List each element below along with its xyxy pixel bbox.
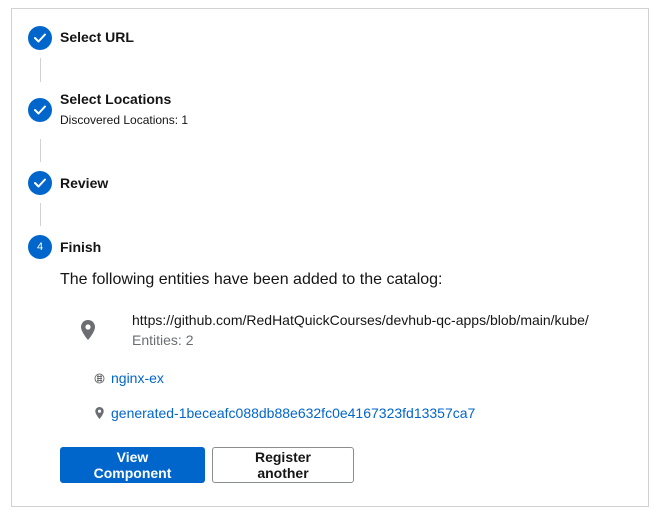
step-connector	[40, 139, 41, 162]
finish-intro-text: The following entities have been added t…	[60, 271, 443, 288]
entity-row-component: nginx-ex	[94, 370, 164, 386]
entity-row-location: generated-1beceafc088db88e632fc0e4167323…	[94, 405, 475, 421]
location-url: https://github.com/RedHatQuickCourses/de…	[132, 312, 589, 328]
entity-link-generated-location[interactable]: generated-1beceafc088db88e632fc0e4167323…	[111, 405, 475, 421]
location-icon	[94, 407, 105, 419]
step-title-select-locations: Select Locations	[60, 91, 172, 107]
step-title-select-url: Select URL	[60, 29, 134, 45]
step-title-finish: Finish	[60, 239, 102, 255]
step-number-badge: 4	[28, 235, 52, 259]
step-complete-check-icon	[28, 171, 52, 195]
step-description-discovered-locations: Discovered Locations: 1	[60, 113, 189, 127]
view-component-button[interactable]: View Component	[60, 447, 205, 483]
step-complete-check-icon	[28, 26, 52, 50]
step-connector	[40, 203, 41, 226]
import-stepper-panel: Select URL Select Locations Discovered L…	[11, 8, 649, 507]
step-title-review: Review	[60, 175, 109, 191]
entity-link-nginx-ex[interactable]: nginx-ex	[111, 370, 164, 386]
component-icon	[94, 373, 105, 384]
step-complete-check-icon	[28, 98, 52, 122]
step-connector	[40, 58, 41, 82]
location-entities-count: Entities: 2	[132, 332, 194, 348]
register-another-button[interactable]: Register another	[212, 447, 354, 483]
location-pin-icon	[81, 320, 95, 345]
